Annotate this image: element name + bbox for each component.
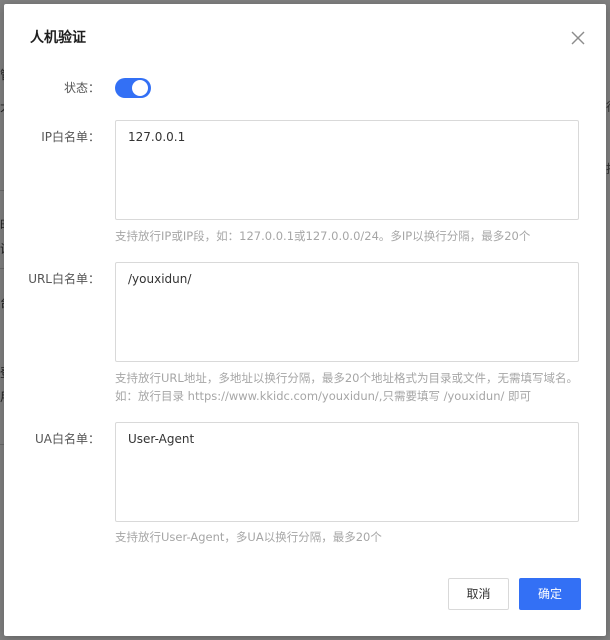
url-whitelist-help: 支持放行URL地址，多地址以换行分隔，最多20个地址格式为目录或文件，无需填写域… (115, 371, 578, 403)
confirm-button[interactable]: 确定 (519, 578, 581, 610)
url-whitelist-label: URL白名单： (28, 272, 100, 286)
close-icon-glyph (571, 31, 585, 45)
background-fragment: 措 (606, 160, 610, 174)
ip-whitelist-help: 支持放行IP或IP段，如：127.0.0.1或127.0.0.0/24。多IP以… (115, 229, 531, 243)
ua-whitelist-help: 支持放行User-Agent，多UA以换行分隔，最多20个 (115, 530, 382, 544)
status-toggle[interactable] (115, 78, 151, 98)
ip-whitelist-textarea[interactable] (115, 120, 579, 220)
url-whitelist-textarea[interactable] (115, 262, 579, 362)
cancel-button[interactable]: 取消 (448, 578, 509, 610)
status-label: 状态： (63, 81, 100, 95)
dialog-title: 人机验证 (30, 30, 86, 46)
ua-whitelist-label: UA白名单： (35, 432, 100, 446)
toggle-knob (132, 80, 148, 96)
ip-whitelist-label: IP白名单： (41, 130, 100, 144)
close-icon[interactable] (568, 28, 588, 48)
captcha-dialog: 人机验证 状态： IP白名单： 支持放行IP或IP段，如：127.0.0.1或1… (4, 4, 606, 636)
ua-whitelist-textarea[interactable] (115, 422, 579, 522)
background-fragment: 行 (606, 98, 610, 112)
